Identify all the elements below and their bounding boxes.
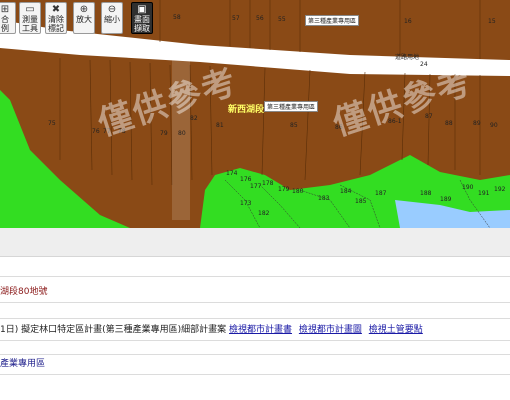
parcel-label: 58	[173, 14, 181, 21]
measure-label-2: 工具	[22, 24, 38, 33]
road-label: 道路用地	[395, 54, 420, 61]
clear-label-2: 標記	[48, 24, 64, 33]
zone-label: 第三種產業專用區	[305, 15, 360, 26]
parcel-label: 173	[240, 200, 252, 207]
parcel-label: 187	[375, 190, 387, 197]
parcel-label: 81	[216, 122, 224, 129]
legend-button[interactable]: ⊞ 合 例	[0, 2, 16, 34]
parcel-label: 176	[240, 176, 252, 183]
info-row-spacer	[0, 302, 510, 319]
zoom-out-icon: ⊖	[107, 4, 117, 15]
parcel-label: 180	[292, 188, 304, 195]
zone-text: 產業專用區	[0, 359, 46, 369]
parcel-label: 182	[258, 210, 270, 217]
screenshot-button[interactable]: ▣ 畫面 擷取	[131, 2, 153, 34]
legend-label: 合	[1, 15, 9, 24]
zoom-out-label: 縮小	[104, 15, 120, 24]
screenshot-icon: ▣	[137, 4, 147, 15]
parcel-label: 191	[478, 190, 490, 197]
parcel-label: 189	[440, 196, 452, 203]
view-plan-document-link[interactable]: 檢視都市計畫書	[229, 325, 292, 335]
info-panel: 湖段80地號 1日) 擬定林口特定區計畫(第三種產業專用區)細部計畫案 檢視都市…	[0, 228, 510, 400]
zoom-in-label: 放大	[76, 15, 92, 24]
parcel-label: 188	[420, 190, 432, 197]
parcel-label: 192	[494, 186, 506, 193]
parcel-label: 88	[445, 120, 453, 127]
parcel-label: 184	[340, 188, 352, 195]
clear-markers-button[interactable]: ✖ 清除 標記	[45, 2, 67, 34]
parcel-label: 90	[490, 122, 498, 129]
zone-label: 第三種產業專用區	[264, 101, 319, 112]
parcel-label: 75	[48, 120, 56, 127]
info-row-lot: 湖段80地號	[0, 282, 510, 303]
parcel-label: 56	[256, 15, 264, 22]
parcel-label: 80	[178, 130, 186, 137]
measure-tool-button[interactable]: ▭ 測量 工具	[19, 2, 41, 34]
parcel-label: 85	[290, 122, 298, 129]
parcel-label: 185	[355, 198, 367, 205]
parcel-label: 179	[278, 186, 290, 193]
view-land-use-link[interactable]: 檢視土管要點	[369, 325, 423, 335]
parcel-label: 89	[473, 120, 481, 127]
close-icon: ✖	[51, 4, 61, 15]
clear-label: 清除	[48, 15, 64, 24]
map-view[interactable]: 58 57 56 55 20 16 15 75 76 77 78 79 80 8…	[0, 0, 510, 228]
parcel-label: 183	[318, 195, 330, 202]
info-header	[0, 228, 510, 257]
screenshot-label: 畫面	[134, 15, 150, 24]
place-label: 新西湖段	[228, 105, 265, 115]
parcel-label: 177	[250, 183, 262, 190]
legend-icon: ⊞	[0, 4, 10, 15]
info-row-blank	[0, 256, 510, 277]
screenshot-label-2: 擷取	[134, 24, 150, 33]
ruler-icon: ▭	[25, 4, 35, 15]
lot-number-text: 湖段80地號	[0, 287, 48, 297]
parcel-label: 15	[488, 18, 496, 25]
parcel-label: 79	[160, 130, 168, 137]
zoom-out-button[interactable]: ⊖ 縮小	[101, 2, 123, 34]
parcel-label: 190	[462, 184, 474, 191]
view-plan-map-link[interactable]: 檢視都市計畫圖	[299, 325, 362, 335]
parcel-label: 174	[226, 170, 238, 177]
parcel-label: 57	[232, 15, 240, 22]
legend-label-2: 例	[1, 24, 9, 33]
info-row-zone: 產業專用區	[0, 354, 510, 375]
plan-text: 1日) 擬定林口特定區計畫(第三種產業專用區)細部計畫案	[0, 325, 227, 335]
info-row-plan: 1日) 擬定林口特定區計畫(第三種產業專用區)細部計畫案 檢視都市計畫書 檢視都…	[0, 320, 510, 341]
zoom-in-button[interactable]: ⊕ 放大	[73, 2, 95, 34]
parcel-label: 76	[92, 128, 100, 135]
measure-label: 測量	[22, 15, 38, 24]
zoom-in-icon: ⊕	[79, 4, 89, 15]
parcel-label: 178	[262, 180, 274, 187]
parcel-label: 55	[278, 16, 286, 23]
parcel-label: 16	[404, 18, 412, 25]
